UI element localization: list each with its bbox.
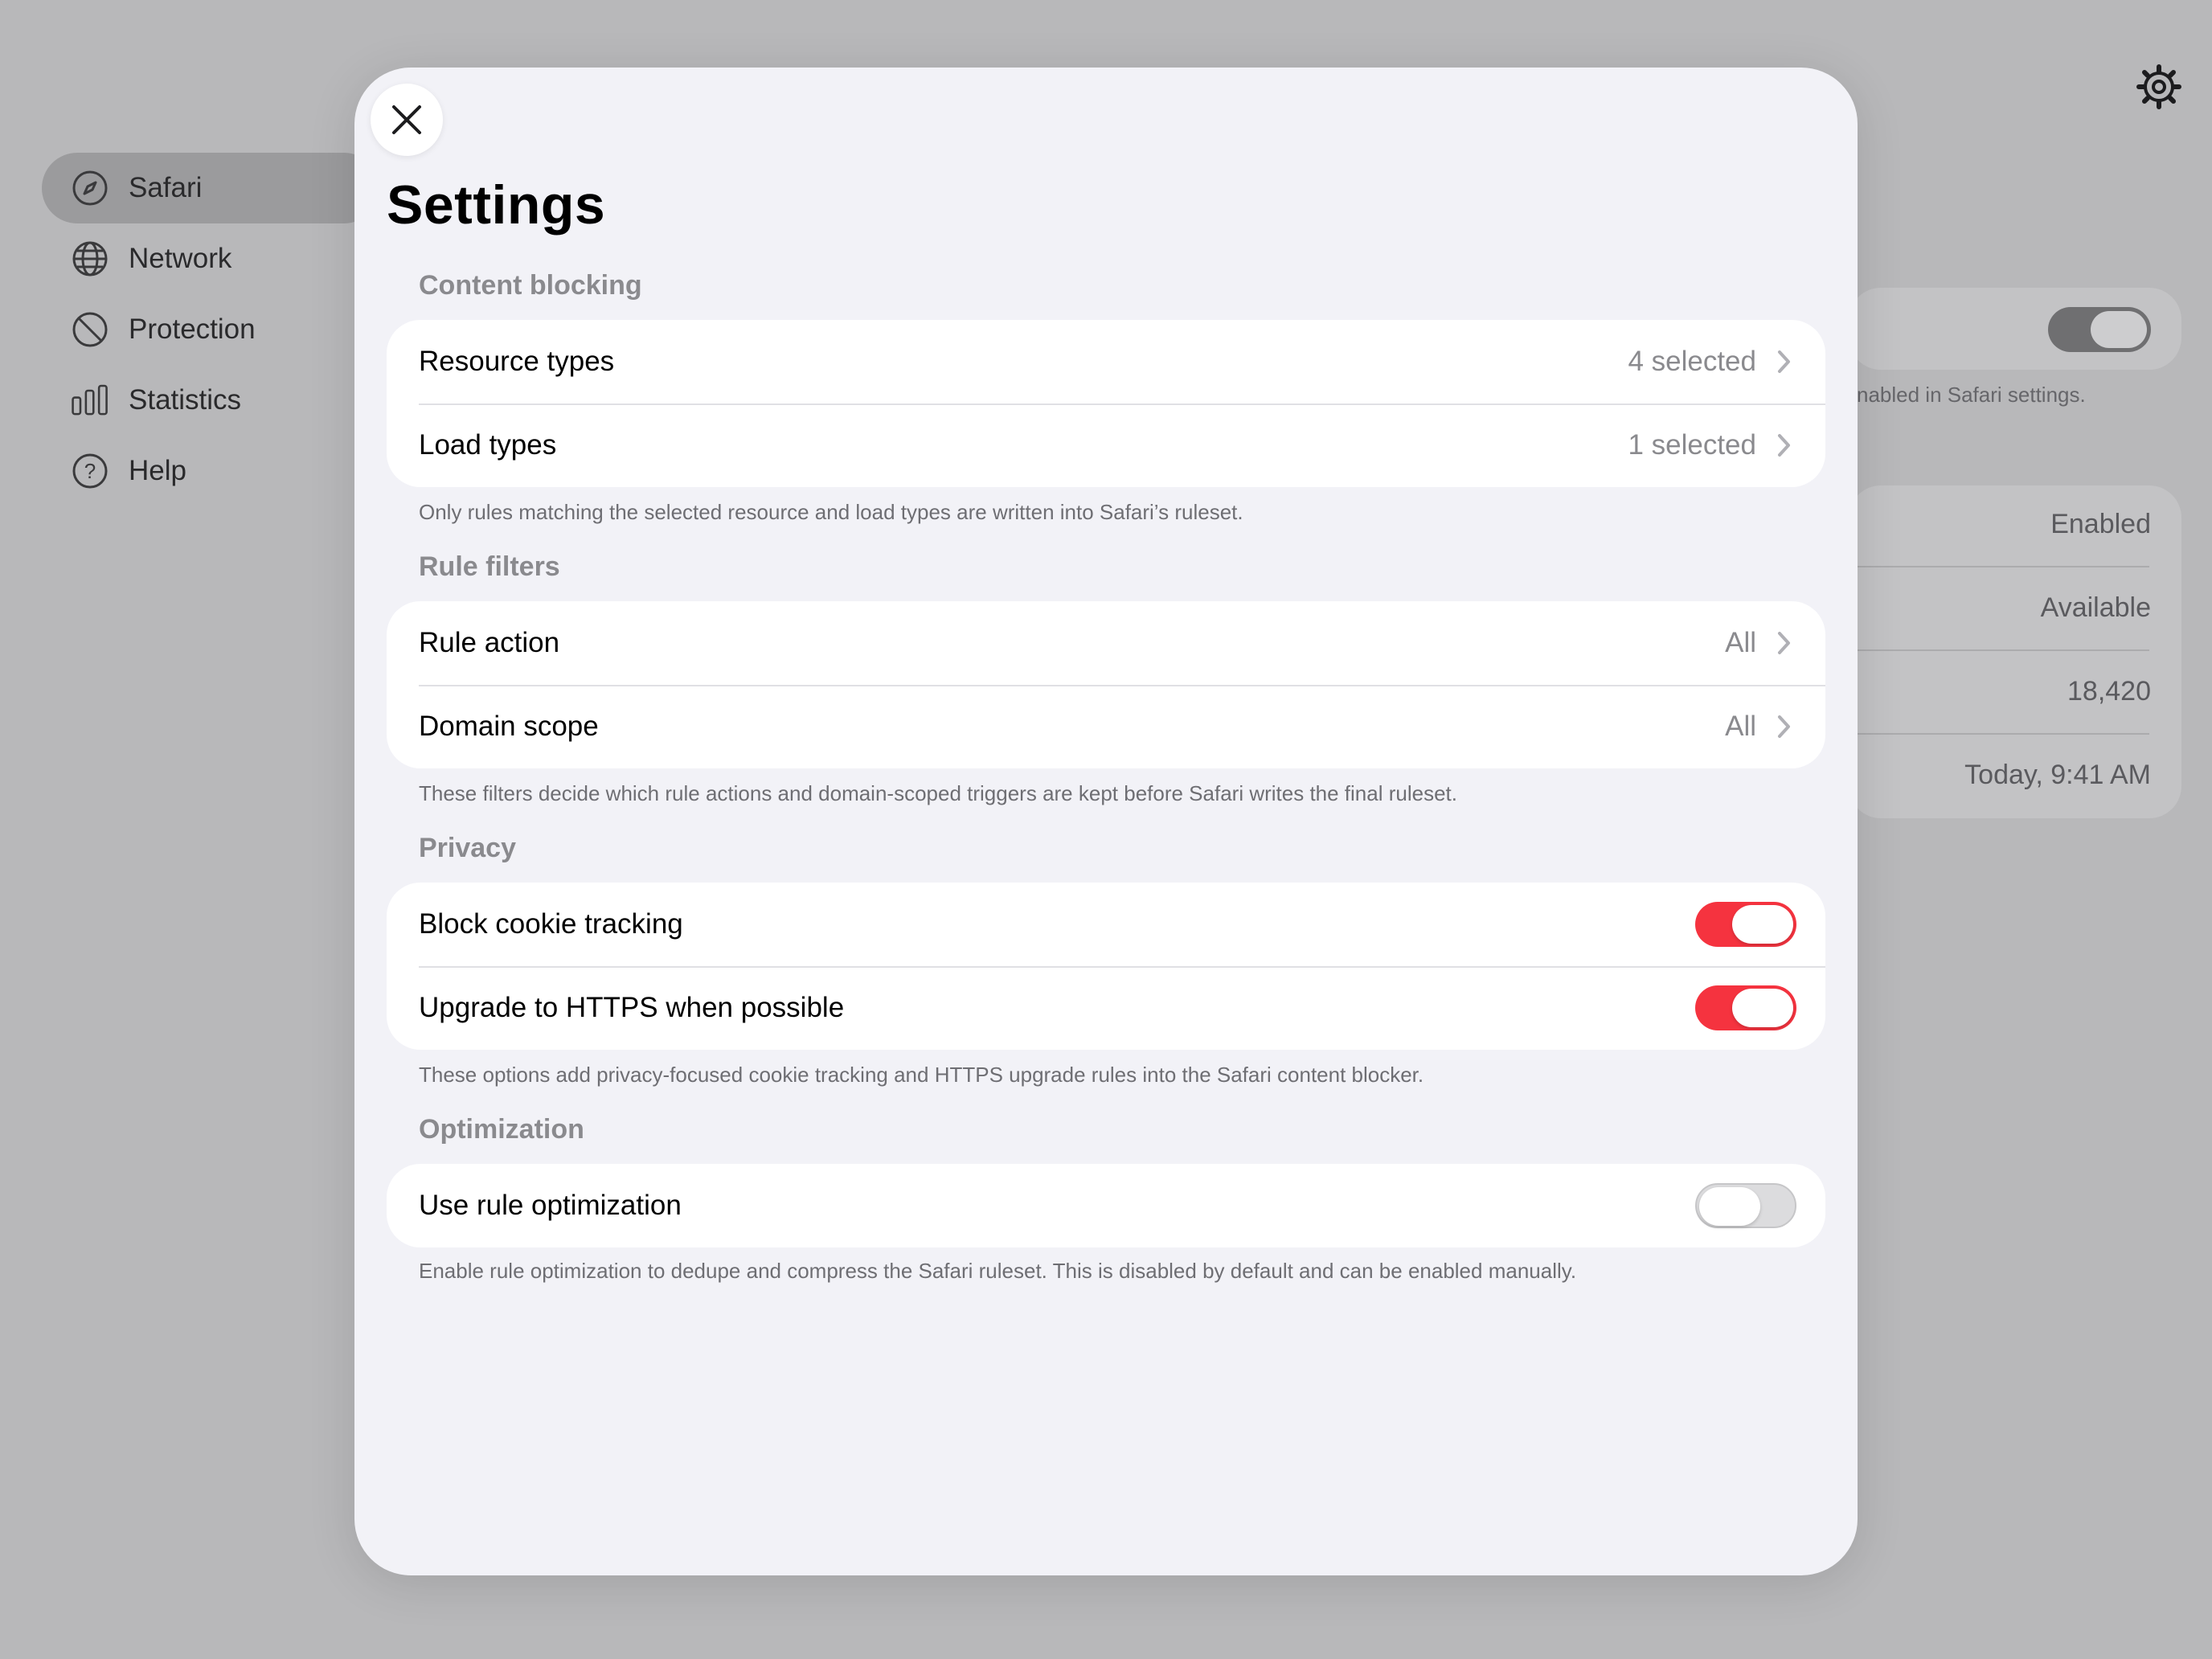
settings-sheet: Settings Content blocking Resource types… <box>354 68 1858 1575</box>
section-header-content-blocking: Content blocking <box>419 270 642 301</box>
sidebar-item-network[interactable]: Network <box>42 223 379 294</box>
section-footer: Enable rule optimization to dedupe and c… <box>419 1259 1577 1283</box>
upgrade-https-row: Upgrade to HTTPS when possible <box>387 966 1825 1050</box>
block-cookie-tracking-toggle[interactable] <box>1695 902 1796 947</box>
compass-icon <box>71 169 109 207</box>
globe-icon <box>71 240 109 278</box>
rule-optimization-row: Use rule optimization <box>387 1164 1825 1247</box>
row-label: Upgrade to HTTPS when possible <box>419 992 845 1023</box>
optimization-group: Use rule optimization <box>387 1164 1825 1247</box>
chevron-right-icon <box>1778 715 1790 738</box>
sidebar-item-label: Safari <box>129 172 203 203</box>
row-value: 1 selected <box>1628 429 1756 461</box>
row-label: Rule action <box>419 627 560 658</box>
chevron-right-icon <box>1778 350 1790 373</box>
resource-types-row[interactable]: Resource types 4 selected <box>387 320 1825 403</box>
gear-icon[interactable] <box>2136 64 2181 109</box>
row-value: 4 selected <box>1628 346 1756 377</box>
background-row-value: Available <box>2040 592 2151 623</box>
sidebar-item-label: Protection <box>129 313 256 345</box>
section-header-optimization: Optimization <box>419 1114 584 1145</box>
background-row-value: Today, 9:41 AM <box>1964 760 2151 790</box>
sidebar-item-safari[interactable]: Safari <box>42 153 379 223</box>
rule-optimization-toggle[interactable] <box>1695 1183 1796 1228</box>
section-header-privacy: Privacy <box>419 833 516 863</box>
chevron-right-icon <box>1778 632 1790 654</box>
page-title: Settings <box>387 174 606 236</box>
row-label: Load types <box>419 429 557 461</box>
background-row-value: 18,420 <box>2067 676 2151 707</box>
question-icon: ? <box>71 452 109 490</box>
section-footer: These filters decide which rule actions … <box>419 781 1457 805</box>
divider <box>1857 733 2149 735</box>
row-label: Resource types <box>419 346 615 377</box>
row-value: All <box>1725 711 1756 742</box>
background-toggle <box>2048 307 2151 352</box>
toggle-knob <box>1699 1187 1760 1226</box>
rule-action-row[interactable]: Rule action All <box>387 601 1825 685</box>
svg-text:?: ? <box>84 459 96 483</box>
toggle-knob <box>1732 989 1793 1027</box>
rule-filters-group: Rule action All Domain scope All <box>387 601 1825 768</box>
upgrade-https-toggle[interactable] <box>1695 985 1796 1030</box>
section-footer: These options add privacy-focused cookie… <box>419 1063 1424 1087</box>
background-row-value: Enabled <box>2050 509 2151 539</box>
sidebar-item-statistics[interactable]: Statistics <box>42 365 379 436</box>
section-header-rule-filters: Rule filters <box>419 551 560 582</box>
prohibited-icon <box>71 310 109 349</box>
chevron-right-icon <box>1778 434 1790 457</box>
sidebar-item-label: Network <box>129 243 232 274</box>
divider <box>1857 566 2149 567</box>
section-footer: Only rules matching the selected resourc… <box>419 500 1243 524</box>
sidebar-item-label: Statistics <box>129 384 242 416</box>
toggle-knob <box>1732 905 1793 944</box>
sidebar-item-protection[interactable]: Protection <box>42 294 379 365</box>
sidebar-item-label: Help <box>129 455 186 486</box>
row-label: Block cookie tracking <box>419 908 683 940</box>
bar-chart-icon <box>71 381 109 420</box>
load-types-row[interactable]: Load types 1 selected <box>387 403 1825 487</box>
divider <box>1857 649 2149 651</box>
sidebar: Safari Network Protection Statistics ? H… <box>42 153 379 506</box>
background-note: nabled in Safari settings. <box>1857 383 2086 407</box>
content-blocking-group: Resource types 4 selected Load types 1 s… <box>387 320 1825 487</box>
block-cookie-tracking-row: Block cookie tracking <box>387 883 1825 966</box>
close-button[interactable] <box>371 84 443 156</box>
row-label: Use rule optimization <box>419 1190 682 1221</box>
row-label: Domain scope <box>419 711 599 742</box>
privacy-group: Block cookie tracking Upgrade to HTTPS w… <box>387 883 1825 1050</box>
row-value: All <box>1725 627 1756 658</box>
domain-scope-row[interactable]: Domain scope All <box>387 685 1825 768</box>
close-icon <box>392 105 421 134</box>
sidebar-item-help[interactable]: ? Help <box>42 436 379 506</box>
